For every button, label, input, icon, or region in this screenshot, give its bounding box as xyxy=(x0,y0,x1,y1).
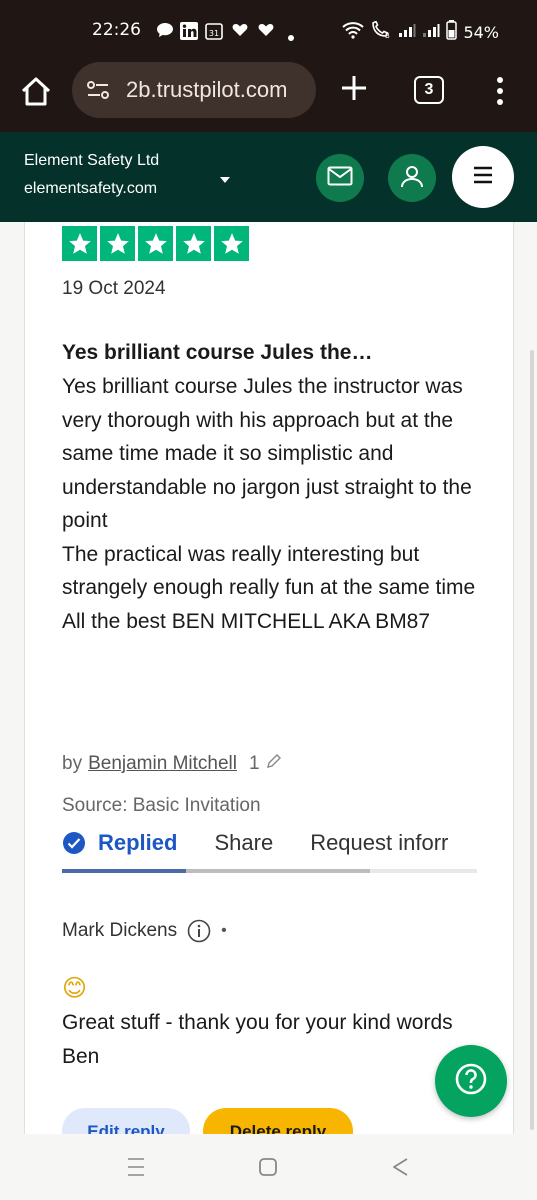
calendar-day: 31 xyxy=(209,29,219,38)
reply-body: Great stuff - thank you for your kind wo… xyxy=(62,1011,453,1068)
chat-bubble-icon xyxy=(156,22,174,43)
replied-label: Replied xyxy=(98,830,178,855)
review-date: 19 Oct 2024 xyxy=(62,278,166,299)
company-domain[interactable]: elementsafety.com xyxy=(24,180,157,198)
site-settings-icon[interactable] xyxy=(84,76,112,104)
heart-icon xyxy=(232,22,248,42)
star-icon xyxy=(176,226,211,261)
review-source: Source: Basic Invitation xyxy=(62,795,261,816)
pencil-icon xyxy=(266,753,282,775)
reply-author-name: Mark Dickens xyxy=(62,920,178,941)
status-time: 22:26 xyxy=(92,20,141,40)
check-circle-icon xyxy=(62,831,86,855)
byline-prefix: by xyxy=(62,753,83,774)
back-icon[interactable] xyxy=(390,1156,410,1178)
star-icon xyxy=(214,226,249,261)
help-button[interactable] xyxy=(435,1045,507,1117)
smile-emoji: 😊 xyxy=(62,974,88,1002)
more-menu-icon[interactable] xyxy=(490,74,510,108)
recents-icon[interactable] xyxy=(126,1156,146,1178)
profile-button[interactable] xyxy=(388,154,436,202)
reply-separator: • xyxy=(221,922,227,939)
home-icon[interactable] xyxy=(18,74,54,110)
page-scrollbar[interactable] xyxy=(530,350,534,1130)
review-body-paragraph: All the best BEN MITCHELL AKA BM87 xyxy=(62,609,431,633)
star-rating xyxy=(62,226,249,261)
actions-scrollbar-active xyxy=(62,869,186,873)
wifi-call-icon: B xyxy=(370,20,392,43)
info-icon[interactable] xyxy=(187,919,211,943)
site-header: Element Safety Ltd elementsafety.com xyxy=(0,132,537,222)
heart-icon xyxy=(258,22,274,42)
review-body-paragraph: The practical was really interesting but… xyxy=(62,542,476,600)
review-actions: Replied Share Request inforr xyxy=(62,825,477,861)
question-icon xyxy=(454,1062,488,1101)
author-review-count: 1 xyxy=(248,753,260,774)
chevron-down-icon[interactable] xyxy=(219,172,231,183)
reply-header: Mark Dickens • xyxy=(62,919,227,943)
signal-icon xyxy=(398,22,416,42)
tab-switcher-button[interactable]: 3 xyxy=(414,76,444,104)
dot-icon xyxy=(287,27,295,47)
main-menu-button[interactable] xyxy=(452,146,514,208)
browser-toolbar: 2b.trustpilot.com 3 xyxy=(0,62,537,132)
delete-reply-button[interactable]: Delete reply xyxy=(203,1108,353,1134)
signal-icon xyxy=(422,22,440,42)
hamburger-icon xyxy=(472,166,494,189)
calendar-icon: 31 xyxy=(205,22,223,45)
url-text[interactable]: 2b.trustpilot.com xyxy=(126,77,287,103)
new-tab-plus-icon[interactable] xyxy=(336,70,372,106)
address-bar[interactable]: 2b.trustpilot.com xyxy=(72,62,316,118)
home-nav-icon[interactable] xyxy=(258,1157,278,1177)
actions-scrollbar-thumb[interactable] xyxy=(186,869,370,873)
user-icon xyxy=(400,164,424,193)
star-icon xyxy=(138,226,173,261)
status-right-cluster: B 54% xyxy=(342,20,499,44)
review-card: 19 Oct 2024 Yes brilliant course Jules t… xyxy=(24,222,514,1134)
system-nav-bar xyxy=(0,1134,537,1200)
review-title[interactable]: Yes brilliant course Jules the… xyxy=(62,341,372,365)
battery-icon xyxy=(446,20,458,44)
wifi-icon xyxy=(342,21,365,43)
review-body: Yes brilliant course Jules the instructo… xyxy=(62,370,482,638)
mail-button[interactable] xyxy=(316,154,364,202)
share-button[interactable]: Share xyxy=(214,830,273,856)
review-byline: by Benjamin Mitchell 1 xyxy=(62,753,282,775)
review-body-paragraph: Yes brilliant course Jules the instructo… xyxy=(62,375,472,532)
replied-button[interactable]: Replied xyxy=(62,830,177,856)
svg-text:B: B xyxy=(385,32,390,39)
company-name[interactable]: Element Safety Ltd xyxy=(24,152,159,170)
battery-percent: 54% xyxy=(463,22,499,42)
edit-reply-button[interactable]: Edit reply xyxy=(62,1108,190,1134)
status-bar: 22:26 31 B 54% xyxy=(0,0,537,62)
actions-scrollbar[interactable] xyxy=(62,869,477,873)
author-link[interactable]: Benjamin Mitchell xyxy=(88,753,237,775)
mail-icon xyxy=(327,166,353,191)
linkedin-icon xyxy=(180,22,198,45)
star-icon xyxy=(62,226,97,261)
request-info-button[interactable]: Request inforr xyxy=(310,830,448,856)
star-icon xyxy=(100,226,135,261)
